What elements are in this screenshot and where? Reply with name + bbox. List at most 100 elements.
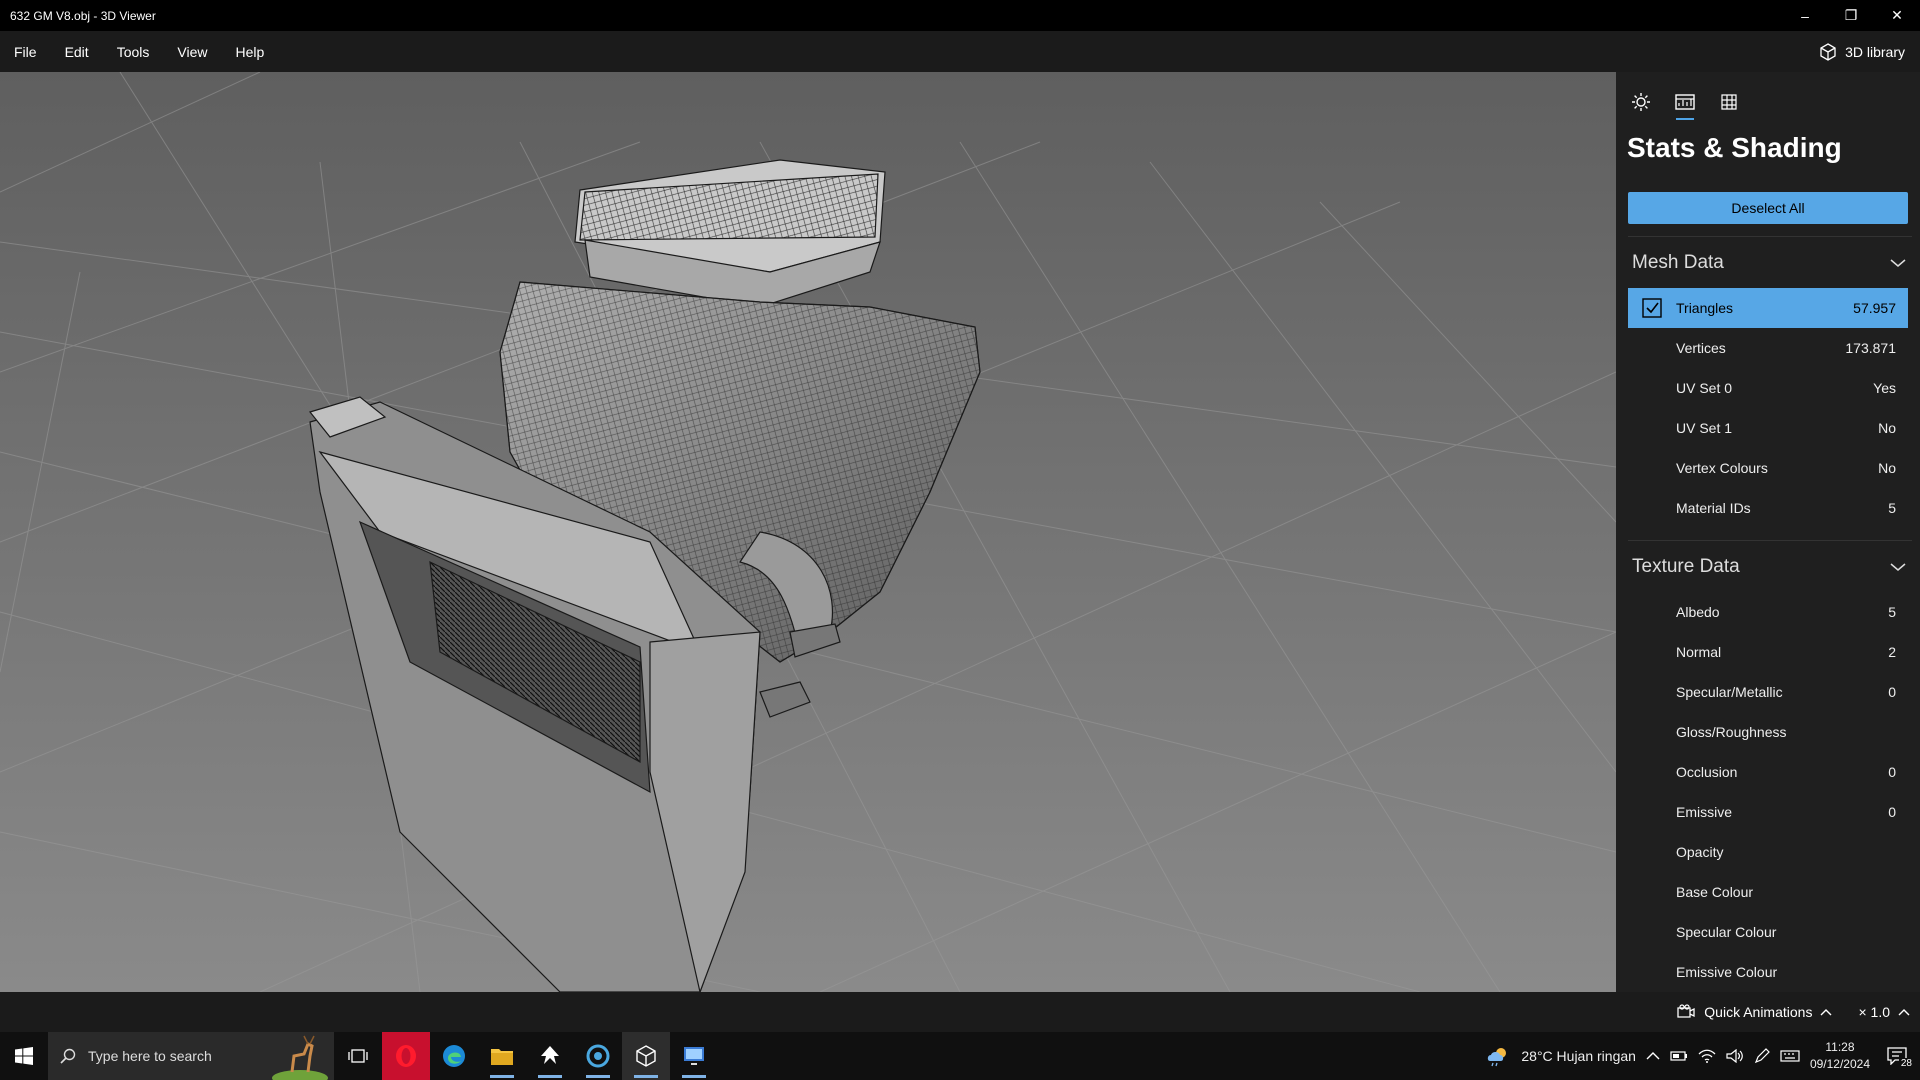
- tab-stats[interactable]: [1670, 86, 1700, 120]
- texture-data-heading: Texture Data: [1632, 555, 1740, 577]
- 3d-viewer-icon: [636, 1045, 656, 1067]
- mesh-data-section[interactable]: Mesh Data: [1628, 236, 1912, 288]
- texture-row-occlusion[interactable]: Occlusion 0: [1628, 752, 1908, 792]
- taskbar-search[interactable]: Type here to search: [48, 1032, 334, 1080]
- taskbar-remote-desktop[interactable]: [670, 1032, 718, 1080]
- search-icon: [60, 1048, 76, 1064]
- mesh-row-triangles[interactable]: Triangles 57.957: [1628, 288, 1908, 328]
- texture-row-emissive[interactable]: Emissive 0: [1628, 792, 1908, 832]
- mesh-row-value: 57.957: [1853, 300, 1896, 316]
- 3d-library-label: 3D library: [1845, 43, 1905, 60]
- menu-tools[interactable]: Tools: [103, 31, 164, 72]
- playback-speed[interactable]: × 1.0: [1858, 1004, 1890, 1020]
- folder-icon: [491, 1049, 513, 1065]
- menu-edit[interactable]: Edit: [51, 31, 103, 72]
- minimize-button[interactable]: –: [1782, 0, 1828, 31]
- mesh-row-value: Yes: [1873, 380, 1896, 396]
- edge-icon: [443, 1045, 465, 1067]
- texture-row-label: Normal: [1676, 644, 1722, 660]
- battery-icon[interactable]: [1670, 1050, 1688, 1062]
- stats-icon: [1675, 94, 1695, 110]
- mesh-row-label: Triangles: [1676, 300, 1734, 316]
- task-view-icon: [348, 1049, 368, 1063]
- menu-view[interactable]: View: [163, 31, 221, 72]
- taskbar-opera[interactable]: [382, 1032, 430, 1080]
- 3d-viewport[interactable]: [0, 72, 1616, 992]
- chevron-up-icon: [1820, 1009, 1832, 1016]
- clock-time: 11:28: [1825, 1040, 1855, 1054]
- notification-count: 28: [1898, 1058, 1914, 1069]
- texture-row-base-colour[interactable]: Base Colour: [1628, 872, 1908, 912]
- keyboard-icon[interactable]: [1780, 1049, 1800, 1063]
- texture-row-emissive-colour[interactable]: Emissive Colour: [1628, 952, 1908, 992]
- mesh-data-heading: Mesh Data: [1632, 251, 1724, 273]
- texture-row-value: 0: [1888, 684, 1896, 700]
- weather-cloud-rain-icon[interactable]: [1485, 1045, 1511, 1067]
- chevron-up-icon[interactable]: [1646, 1051, 1660, 1061]
- texture-row-value: 0: [1888, 764, 1896, 780]
- menu-file[interactable]: File: [0, 31, 51, 72]
- tab-lighting[interactable]: [1626, 86, 1656, 118]
- remote-desktop-icon: [684, 1047, 704, 1065]
- texture-row-value: 2: [1888, 644, 1896, 660]
- taskbar-3d-viewer[interactable]: [622, 1032, 670, 1080]
- restore-button[interactable]: ❐: [1828, 0, 1874, 31]
- triangles-checkbox[interactable]: [1628, 298, 1676, 318]
- texture-row-normal[interactable]: Normal 2: [1628, 632, 1908, 672]
- mesh-row-uv-set-1[interactable]: UV Set 1 No: [1628, 408, 1908, 448]
- windows-logo-icon: [15, 1047, 33, 1065]
- taskbar-browser[interactable]: [574, 1032, 622, 1080]
- volume-icon[interactable]: [1726, 1049, 1744, 1063]
- menu-bar: File Edit Tools View Help 3D library: [0, 31, 1920, 72]
- texture-row-value: 0: [1888, 804, 1896, 820]
- pen-icon[interactable]: [1754, 1048, 1770, 1064]
- 3d-library-button[interactable]: 3D library: [1819, 42, 1920, 61]
- quick-animations-label: Quick Animations: [1704, 1004, 1813, 1020]
- texture-row-value: 5: [1888, 604, 1896, 620]
- tab-grid[interactable]: [1714, 86, 1744, 118]
- mesh-row-vertices[interactable]: Vertices 173.871: [1628, 328, 1908, 368]
- lighting-icon: [1632, 93, 1650, 111]
- texture-data-section[interactable]: Texture Data: [1628, 540, 1912, 592]
- wifi-icon[interactable]: [1698, 1049, 1716, 1063]
- texture-row-label: Base Colour: [1676, 884, 1754, 900]
- mesh-row-label: Vertices: [1676, 340, 1726, 356]
- mesh-row-label: Vertex Colours: [1676, 460, 1768, 476]
- notification-center-button[interactable]: 28: [1880, 1039, 1914, 1073]
- browser-icon: [586, 1044, 610, 1068]
- task-view-button[interactable]: [334, 1032, 382, 1080]
- texture-row-label: Emissive Colour: [1676, 964, 1778, 980]
- texture-row-specular-colour[interactable]: Specular Colour: [1628, 912, 1908, 952]
- menu-help[interactable]: Help: [221, 31, 278, 72]
- deselect-all-button[interactable]: Deselect All: [1628, 192, 1908, 224]
- texture-row-label: Specular/Metallic: [1676, 684, 1783, 700]
- texture-row-label: Opacity: [1676, 844, 1724, 860]
- opera-icon: [396, 1045, 416, 1067]
- texture-row-gloss-roughness[interactable]: Gloss/Roughness: [1628, 712, 1908, 752]
- texture-row-opacity[interactable]: Opacity: [1628, 832, 1908, 872]
- inkscape-icon: [541, 1046, 559, 1064]
- close-button[interactable]: ✕: [1874, 0, 1920, 31]
- taskbar: Type here to search 28°C Hujan ringan 11…: [0, 1032, 1920, 1080]
- weather-text[interactable]: 28°C Hujan ringan: [1521, 1048, 1636, 1064]
- clock[interactable]: 11:28 09/12/2024: [1810, 1039, 1870, 1073]
- mesh-row-value: 173.871: [1845, 340, 1896, 356]
- mesh-row-vertex-colours[interactable]: Vertex Colours No: [1628, 448, 1908, 488]
- window-title: 632 GM V8.obj - 3D Viewer: [10, 8, 156, 23]
- quick-animations-button[interactable]: Quick Animations: [1676, 1004, 1850, 1020]
- texture-row-label: Occlusion: [1676, 764, 1738, 780]
- texture-row-specular-metallic[interactable]: Specular/Metallic 0: [1628, 672, 1908, 712]
- viewport-canvas[interactable]: [0, 72, 1616, 992]
- taskbar-edge[interactable]: [430, 1032, 478, 1080]
- mesh-row-value: No: [1878, 420, 1896, 436]
- start-button[interactable]: [0, 1032, 48, 1080]
- taskbar-inkscape[interactable]: [526, 1032, 574, 1080]
- panel-tabs: [1616, 72, 1920, 124]
- mesh-row-uv-set-0[interactable]: UV Set 0 Yes: [1628, 368, 1908, 408]
- mesh-row-material-ids[interactable]: Material IDs 5: [1628, 488, 1908, 528]
- chevron-up-icon[interactable]: [1898, 1008, 1910, 1016]
- cube-icon: [1820, 42, 1836, 61]
- texture-row-label: Specular Colour: [1676, 924, 1777, 940]
- taskbar-file-explorer[interactable]: [478, 1032, 526, 1080]
- texture-row-albedo[interactable]: Albedo 5: [1628, 592, 1908, 632]
